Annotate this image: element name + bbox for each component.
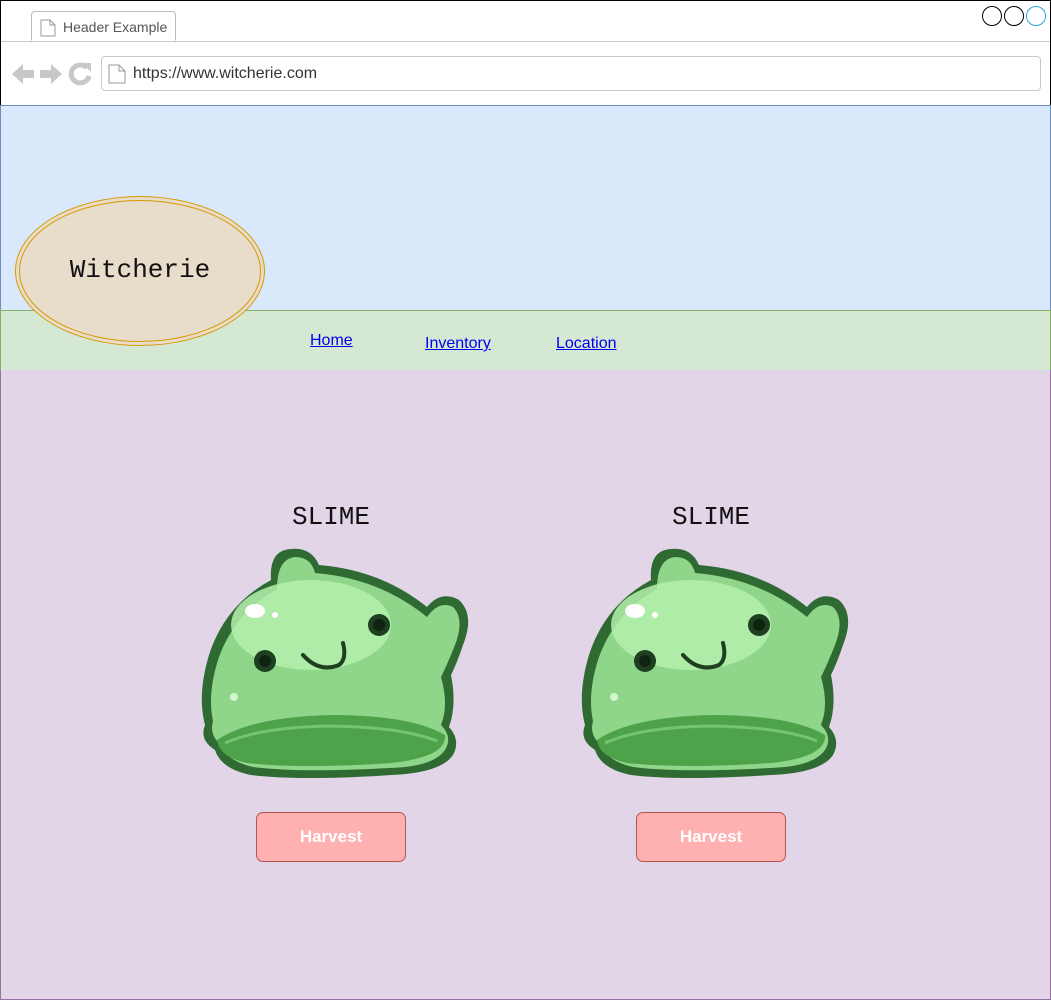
harvest-button[interactable]: Harvest [636,812,786,862]
browser-window: Header Example https://www.witcherie.com [0,0,1051,106]
page-icon [40,19,56,42]
nav-link-inventory[interactable]: Inventory [425,335,491,353]
item-card: SLIME Harvest [191,370,471,862]
reload-icon[interactable] [67,61,93,92]
slime-image [201,548,469,778]
slime-image [581,548,849,778]
harvest-button[interactable]: Harvest [256,812,406,862]
address-bar[interactable]: https://www.witcherie.com [101,56,1041,91]
close-icon[interactable] [1026,6,1046,26]
window-controls [982,6,1046,26]
tab-title: Header Example [63,19,168,35]
maximize-icon[interactable] [1004,6,1024,26]
forward-arrow-icon[interactable] [39,61,63,92]
main-content: SLIME Harvest SLIME Harvest [0,370,1051,1000]
navigation-buttons [11,61,93,92]
nav-link-location[interactable]: Location [556,335,617,353]
nav-link-home[interactable]: Home [310,332,353,350]
item-title: SLIME [671,502,750,532]
url-text[interactable]: https://www.witcherie.com [133,65,317,83]
back-arrow-icon[interactable] [11,61,35,92]
tab-strip: Header Example [1,1,1050,42]
item-card: SLIME Harvest [571,370,851,862]
logo-text: Witcherie [69,255,211,285]
browser-tab[interactable]: Header Example [31,11,176,41]
item-title: SLIME [291,502,370,532]
page-icon [108,64,126,89]
minimize-icon[interactable] [982,6,1002,26]
site-logo[interactable]: Witcherie [15,196,265,346]
